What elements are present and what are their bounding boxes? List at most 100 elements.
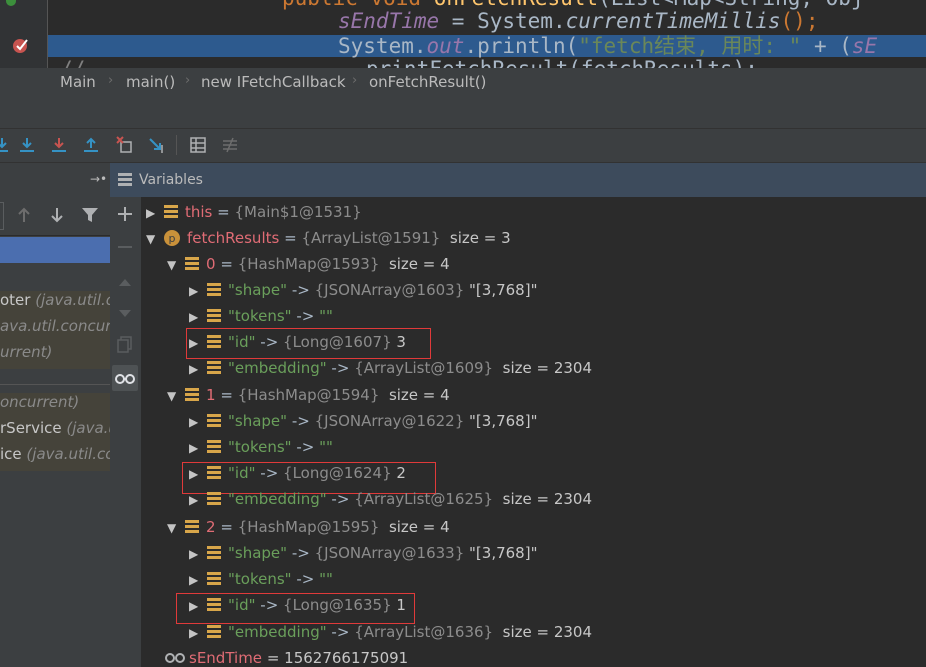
- entry-arrow: ->: [296, 570, 315, 588]
- breadcrumb-separator: ›: [108, 73, 114, 88]
- frame-row[interactable]: oter (java.util.con: [0, 291, 110, 317]
- expand-arrow-icon[interactable]: ▶: [189, 304, 207, 330]
- list-item-1[interactable]: ▼ 1 = {HashMap@1594} size = 4: [167, 382, 450, 408]
- frame-package: oncurrent): [0, 393, 80, 411]
- step-into-icon[interactable]: [18, 136, 36, 154]
- code-field: sEndTime: [338, 9, 440, 33]
- entry-key: "embedding": [228, 490, 327, 508]
- code-method-call: currentTimeMillis: [565, 9, 781, 33]
- frame-row-selected[interactable]: [0, 237, 110, 263]
- thread-selector[interactable]: [0, 202, 4, 230]
- map-entry-shape[interactable]: ▶ "shape" -> {JSONArray@1603} "[3,768]": [189, 277, 537, 303]
- expand-arrow-icon[interactable]: ▶: [189, 620, 207, 646]
- map-entry-embedding[interactable]: ▶ "embedding" -> {ArrayList@1636} size = …: [189, 619, 592, 645]
- step-over-icon[interactable]: [0, 136, 12, 154]
- frame-method: ice: [0, 445, 27, 463]
- map-entry-embedding[interactable]: ▶ "embedding" -> {ArrayList@1625} size = …: [189, 486, 592, 512]
- remove-watch-icon[interactable]: [117, 239, 133, 259]
- breakpoint-icon[interactable]: [12, 36, 30, 54]
- restore-layout-icon[interactable]: →•: [90, 172, 107, 186]
- new-watch-icon[interactable]: [117, 206, 133, 226]
- frame-row[interactable]: urrent): [0, 343, 110, 369]
- entry-icon: [207, 440, 221, 453]
- entry-value: "[3,768]": [469, 281, 538, 299]
- variable-ref: {ArrayList@1591}: [301, 229, 441, 247]
- code-text: .println(: [464, 34, 579, 58]
- map-entry-shape[interactable]: ▶ "shape" -> {JSONArray@1633} "[3,768]": [189, 540, 537, 566]
- entry-arrow: ->: [296, 438, 315, 456]
- breadcrumb-separator: ›: [352, 73, 358, 88]
- expand-arrow-icon[interactable]: ▶: [189, 435, 207, 461]
- expand-arrow-icon[interactable]: ▶: [189, 356, 207, 382]
- frame-method: oter: [0, 291, 36, 309]
- field-icon: [164, 205, 178, 218]
- frame-row[interactable]: rService (java.u: [0, 419, 110, 445]
- list-item-0[interactable]: ▼ 0 = {HashMap@1593} size = 4: [167, 251, 450, 277]
- entry-arrow: ->: [291, 281, 310, 299]
- entry-arrow: ->: [331, 623, 350, 641]
- breadcrumb-item-main-method[interactable]: main(): [126, 73, 175, 91]
- show-watches-toggle[interactable]: [112, 365, 138, 391]
- entry-value: "": [319, 570, 333, 588]
- editor-gutter[interactable]: [0, 0, 48, 68]
- code-line-endtime: sEndTime = System.currentTimeMillis();: [338, 9, 818, 34]
- field-icon: [185, 520, 199, 533]
- map-entry-tokens[interactable]: ▶ "tokens" -> "": [189, 303, 333, 329]
- item-index: 0: [206, 255, 216, 273]
- map-entry-tokens[interactable]: ▶ "tokens" -> "": [189, 434, 333, 460]
- code-text: = System.: [439, 9, 566, 33]
- variable-row-this[interactable]: ▶ this = {Main$1@1531}: [146, 199, 362, 225]
- drop-frame-icon[interactable]: [116, 136, 134, 154]
- variables-side-toolbar: [110, 197, 142, 667]
- step-out-icon[interactable]: [82, 136, 100, 154]
- code-line-print-results: printFetchResult(fetchResults);: [366, 57, 758, 68]
- collapse-arrow-icon[interactable]: ▼: [167, 383, 185, 409]
- entry-icon: [207, 572, 221, 585]
- entry-icon: [207, 492, 221, 505]
- expand-arrow-icon[interactable]: ▶: [146, 200, 164, 226]
- collapse-arrow-icon[interactable]: ▼: [146, 226, 164, 252]
- equals-sign: =: [284, 229, 297, 247]
- breadcrumb-item-onfetchresult[interactable]: onFetchResult(): [369, 73, 486, 91]
- variable-row-sendtime[interactable]: sEndTime = 1562766175091: [165, 645, 408, 667]
- frame-row[interactable]: ice (java.util.co: [0, 445, 110, 471]
- code-text: + (: [801, 34, 852, 58]
- force-step-into-icon[interactable]: [50, 136, 68, 154]
- map-entry-embedding[interactable]: ▶ "embedding" -> {ArrayList@1609} size = …: [189, 355, 592, 381]
- expand-arrow-icon[interactable]: ▶: [189, 278, 207, 304]
- expand-arrow-icon[interactable]: ▶: [189, 487, 207, 513]
- collapse-arrow-icon[interactable]: ▼: [167, 252, 185, 278]
- code-comment: //: [60, 57, 85, 68]
- map-entry-shape[interactable]: ▶ "shape" -> {JSONArray@1622} "[3,768]": [189, 408, 537, 434]
- frame-row[interactable]: ava.util.concurre: [0, 317, 110, 343]
- breadcrumb-item-main[interactable]: Main: [60, 73, 96, 91]
- breadcrumb-item-callback[interactable]: new IFetchCallback: [201, 73, 346, 91]
- list-item-2[interactable]: ▼ 2 = {HashMap@1595} size = 4: [167, 514, 450, 540]
- frame-down-icon[interactable]: [49, 206, 65, 228]
- entry-value: "": [319, 438, 333, 456]
- code-field: out: [426, 34, 465, 58]
- move-up-icon[interactable]: [117, 273, 133, 292]
- code-editor[interactable]: public void onFetchResult(List<Map<Strin…: [0, 0, 926, 68]
- expand-arrow-icon[interactable]: ▶: [189, 567, 207, 593]
- expand-arrow-icon[interactable]: ▶: [189, 541, 207, 567]
- frame-row[interactable]: oncurrent): [0, 393, 110, 419]
- filter-icon[interactable]: [81, 206, 99, 228]
- entry-key: "shape": [228, 412, 288, 430]
- run-to-cursor-icon[interactable]: [148, 136, 166, 154]
- variable-value: = 1562766175091: [266, 649, 409, 667]
- move-down-icon[interactable]: [117, 305, 133, 324]
- evaluate-expression-icon[interactable]: [189, 136, 207, 154]
- map-entry-tokens[interactable]: ▶ "tokens" -> "": [189, 566, 333, 592]
- variable-size: size = 4: [388, 386, 450, 404]
- collapse-arrow-icon[interactable]: ▼: [167, 515, 185, 541]
- variable-name: this: [185, 203, 213, 221]
- trace-current-stream-icon[interactable]: [221, 136, 239, 154]
- expand-arrow-icon[interactable]: ▶: [189, 409, 207, 435]
- entry-key: "tokens": [228, 438, 292, 456]
- frame-up-icon[interactable]: [16, 206, 32, 228]
- variable-row-fetchresults[interactable]: ▼ p fetchResults = {ArrayList@1591} size =…: [146, 225, 511, 251]
- toolbar-divider: [176, 135, 177, 155]
- copy-icon[interactable]: [117, 336, 133, 358]
- variable-ref: {HashMap@1595}: [237, 518, 380, 536]
